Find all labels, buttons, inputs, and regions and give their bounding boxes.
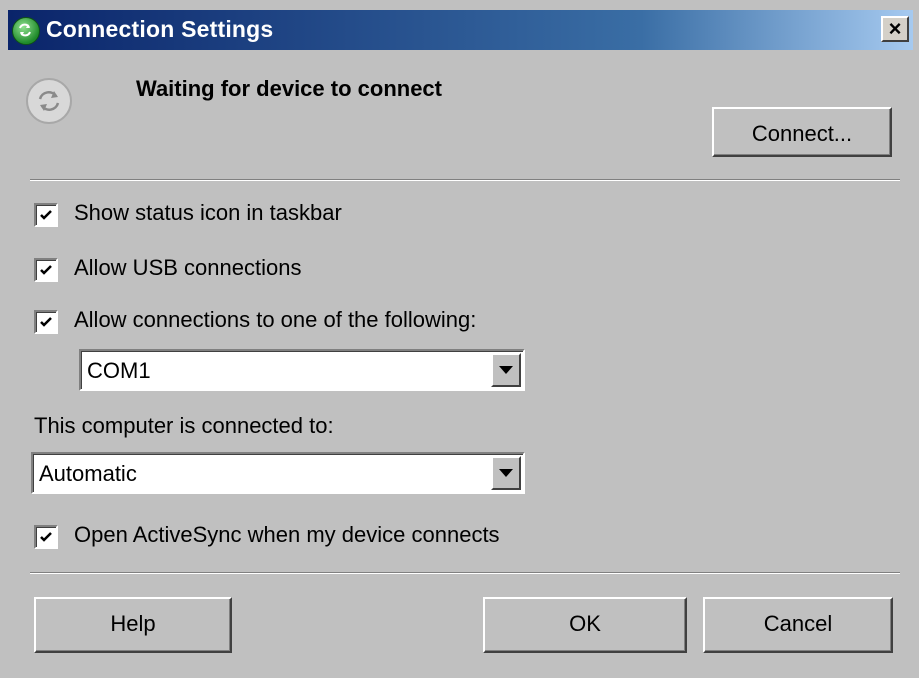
close-icon: × (888, 16, 902, 41)
cancel-button-label: Cancel (763, 611, 833, 636)
port-select[interactable]: COM1 (79, 349, 525, 391)
cancel-button[interactable]: Cancel (703, 597, 893, 653)
connected-to-select-value: Automatic (39, 461, 137, 486)
port-select-dropdown-button[interactable] (491, 353, 521, 387)
connection-settings-dialog: Connection Settings × Waiting for device… (0, 0, 919, 678)
allow-usb-option[interactable]: Allow USB connections (34, 255, 394, 285)
connected-to-label: This computer is connected to: (34, 413, 334, 438)
port-select-value: COM1 (87, 358, 151, 383)
allow-usb-checkbox[interactable] (34, 258, 58, 282)
ok-button[interactable]: OK (483, 597, 687, 653)
connect-button-label: Connect... (751, 121, 853, 146)
window-title: Connection Settings (46, 16, 274, 42)
close-button[interactable]: × (881, 16, 909, 42)
allow-serial-label: Allow connections to one of the followin… (74, 307, 477, 332)
chevron-down-icon (499, 469, 513, 477)
connected-to-select[interactable]: Automatic (31, 452, 525, 494)
activesync-icon (12, 17, 40, 45)
connect-button[interactable]: Connect... (712, 107, 892, 157)
open-activesync-label: Open ActiveSync when my device connects (74, 522, 500, 547)
show-status-icon-label: Show status icon in taskbar (74, 200, 342, 225)
sync-arrows-icon (26, 78, 72, 124)
bottom-divider (30, 572, 900, 574)
show-status-icon-checkbox[interactable] (34, 203, 58, 227)
show-status-icon-option[interactable]: Show status icon in taskbar (34, 200, 434, 230)
help-button[interactable]: Help (34, 597, 232, 653)
open-activesync-option[interactable]: Open ActiveSync when my device connects (34, 522, 614, 552)
allow-serial-checkbox[interactable] (34, 310, 58, 334)
open-activesync-checkbox[interactable] (34, 525, 58, 549)
allow-serial-option[interactable]: Allow connections to one of the followin… (34, 307, 594, 337)
checkmark-icon (40, 210, 52, 220)
checkmark-icon (40, 532, 52, 542)
top-divider (30, 179, 900, 181)
help-button-label: Help (110, 611, 156, 636)
connection-status-text: Waiting for device to connect (136, 76, 442, 101)
checkmark-icon (40, 265, 52, 275)
title-bar[interactable]: Connection Settings × (8, 10, 913, 50)
chevron-down-icon (499, 366, 513, 374)
ok-button-label: OK (569, 611, 601, 636)
connected-to-dropdown-button[interactable] (491, 456, 521, 490)
checkmark-icon (40, 317, 52, 327)
allow-usb-label: Allow USB connections (74, 255, 302, 280)
